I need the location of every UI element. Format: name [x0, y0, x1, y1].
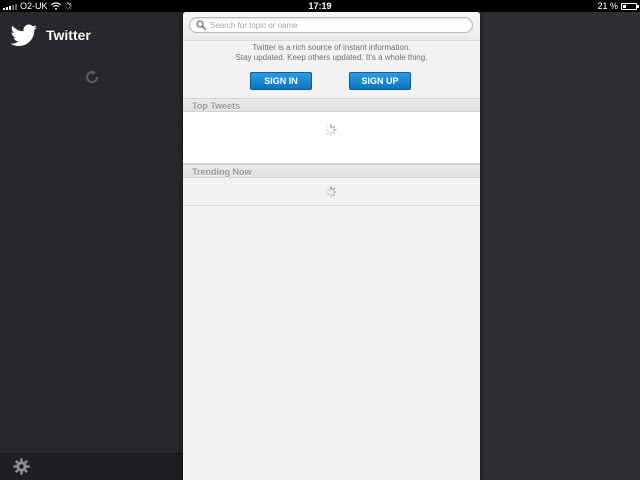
search-icon — [196, 20, 206, 30]
section-header-top-tweets: Top Tweets — [183, 98, 480, 112]
search-field[interactable] — [189, 17, 473, 33]
loading-spinner-icon — [325, 186, 337, 198]
sign-up-button[interactable]: SIGN UP — [349, 72, 411, 90]
battery-percent: 21 % — [597, 1, 618, 11]
status-bar: O2-UK 17:19 21 % — [0, 0, 640, 12]
trending-now-list — [183, 178, 480, 206]
battery-icon — [621, 2, 639, 10]
intro-text: Twitter is a rich source of instant info… — [183, 43, 480, 63]
twitter-bird-icon — [10, 24, 37, 46]
sign-in-button[interactable]: SIGN IN — [250, 72, 312, 90]
refresh-icon[interactable] — [84, 70, 100, 84]
intro-line-1: Twitter is a rich source of instant info… — [252, 43, 411, 52]
section-header-trending-now: Trending Now — [183, 164, 480, 178]
search-input[interactable] — [210, 18, 465, 32]
sidebar: Twitter — [0, 12, 183, 480]
sidebar-bottom-bar — [0, 453, 183, 480]
status-right: 21 % — [597, 0, 639, 12]
top-tweets-list — [183, 112, 480, 164]
search-bar — [183, 12, 480, 41]
app-brand: Twitter — [10, 24, 91, 46]
loading-spinner-icon — [325, 124, 337, 136]
app-title: Twitter — [46, 27, 91, 43]
status-time: 17:19 — [308, 1, 332, 11]
intro-line-2: Stay updated. Keep others updated. It's … — [235, 53, 428, 62]
discover-panel: Twitter is a rich source of instant info… — [183, 12, 480, 480]
gear-icon[interactable] — [13, 458, 30, 475]
battery-fill — [623, 4, 626, 8]
background-area — [480, 12, 640, 480]
